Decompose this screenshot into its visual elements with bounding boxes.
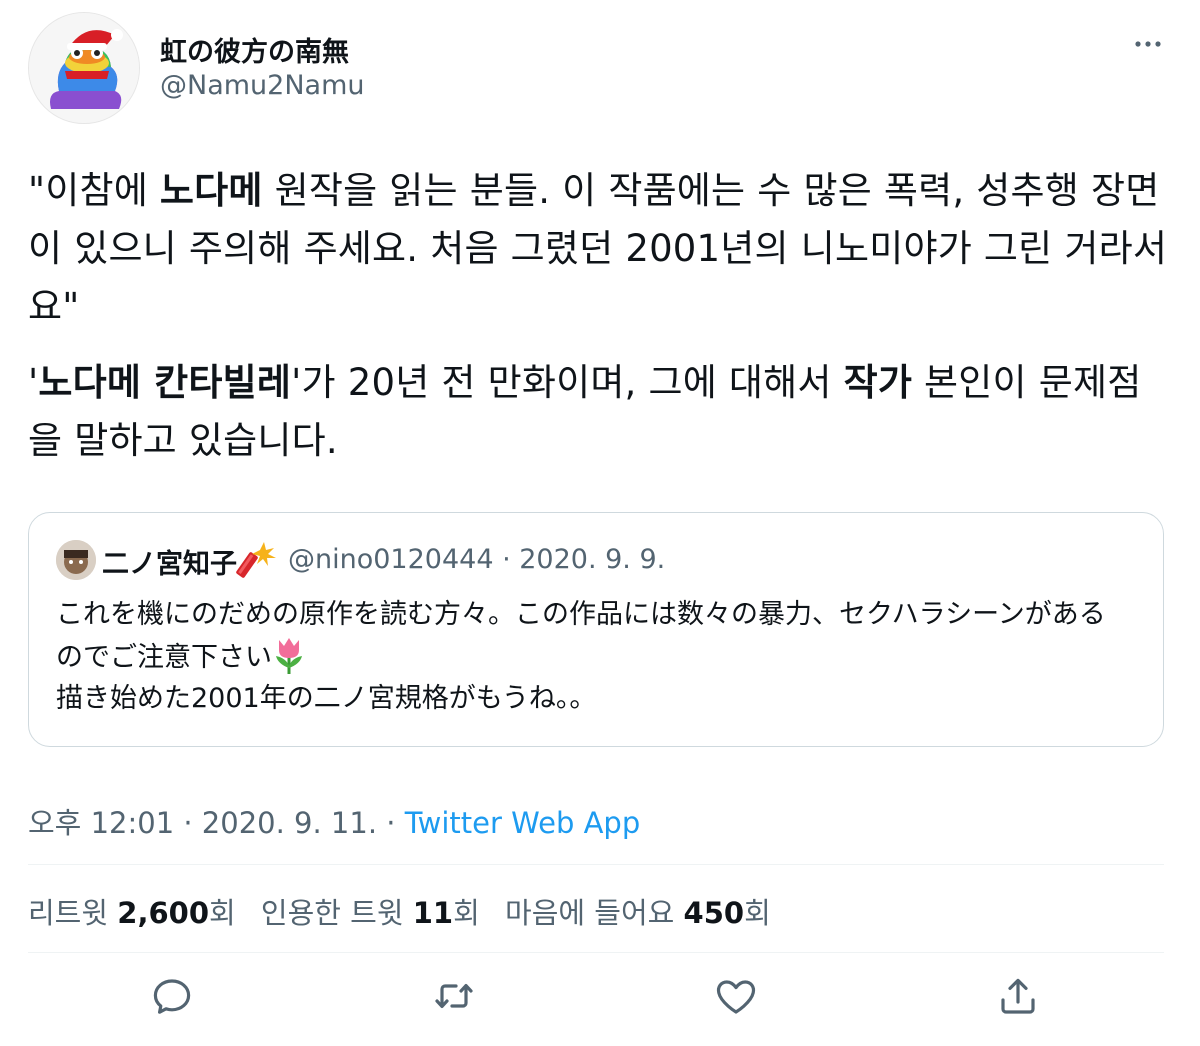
tweet-paragraph-2: '노다메 칸타빌레'가 20년 전 만화이며, 그에 대해서 작가 본인이 문제… <box>28 354 1168 470</box>
quoted-tweet-text: これを機にのだめの原作を読む方々。この作品には数々の暴力、セクハラシーンがある … <box>56 594 1146 720</box>
author-display-name[interactable]: 虹の彼方の南無 <box>160 30 349 69</box>
divider <box>28 952 1164 953</box>
likes-stat[interactable]: 마음에 들어요 450회 <box>505 896 771 930</box>
retweets-unit: 회 <box>209 896 236 930</box>
tweet-timestamp: 오후 12:01 · 2020. 9. 11. · Twitter Web Ap… <box>28 800 640 842</box>
tulip-emoji-icon <box>276 638 302 674</box>
tweet-text-segment: "이참에 <box>28 169 160 212</box>
heart-icon <box>716 980 756 1014</box>
likes-count: 450 <box>683 896 745 930</box>
rainbow-frog-santa-icon <box>29 13 139 123</box>
quoted-text-line: 描き始めた2001年の二ノ宮規格がもうね。。 <box>56 683 597 714</box>
reply-icon <box>153 979 191 1014</box>
tweet-text-segment: ' <box>28 361 39 404</box>
tweet-text-segment: '가 20년 전 만화이며, 그에 대해서 <box>291 361 844 404</box>
quoted-author-name[interactable]: 二ノ宮知子 <box>102 542 237 581</box>
divider <box>28 864 1164 865</box>
quoted-author-avatar[interactable] <box>56 540 96 580</box>
tweet-text-bold: 노다메 <box>159 169 263 212</box>
tweet-paragraph-1: "이참에 노다메 원작을 읽는 분들. 이 작품에는 수 많은 폭력, 성추행 … <box>28 162 1168 336</box>
retweets-label: 리트윗 <box>28 896 109 930</box>
retweet-button[interactable] <box>430 972 478 1020</box>
retweet-icon <box>435 984 473 1008</box>
author-handle[interactable]: @Namu2Namu <box>160 70 365 101</box>
quotes-unit: 회 <box>453 896 480 930</box>
quote-tweets-stat[interactable]: 인용한 트윗 11회 <box>261 896 480 930</box>
likes-unit: 회 <box>744 896 771 930</box>
tweet-text-bold: 작가 <box>843 361 913 404</box>
engagement-stats: 리트윗 2,600회 인용한 트윗 11회 마음에 들어요 450회 <box>28 890 787 932</box>
retweets-count: 2,600 <box>117 896 209 930</box>
author-avatar[interactable] <box>28 12 140 124</box>
quotes-count: 11 <box>412 896 454 930</box>
share-button[interactable] <box>994 972 1042 1020</box>
quoted-handle-and-date[interactable]: @nino0120444 · 2020. 9. 9. <box>288 544 665 575</box>
likes-label: 마음에 들어요 <box>505 896 675 930</box>
person-face-icon <box>56 540 96 580</box>
firecracker-emoji-icon <box>236 540 278 580</box>
source-app-link[interactable]: Twitter Web App <box>405 806 641 840</box>
quoted-text-line-2: のでご注意下さい <box>56 636 1146 678</box>
share-icon <box>1001 978 1035 1014</box>
quotes-label: 인용한 트윗 <box>260 896 404 930</box>
quoted-text-line: のでご注意下さい <box>56 642 272 673</box>
retweets-stat[interactable]: 리트윗 2,600회 <box>28 896 236 930</box>
reply-button[interactable] <box>148 972 196 1020</box>
quoted-text-line: これを機にのだめの原作を読む方々。この作品には数々の暴力、セクハラシーンがある <box>56 599 1106 630</box>
tweet-time-date[interactable]: 오후 12:01 · 2020. 9. 11. · <box>28 806 405 840</box>
more-horizontal-icon[interactable] <box>1128 32 1168 56</box>
tweet-text-bold: 노다메 칸타빌레 <box>38 361 292 404</box>
like-button[interactable] <box>712 972 760 1020</box>
